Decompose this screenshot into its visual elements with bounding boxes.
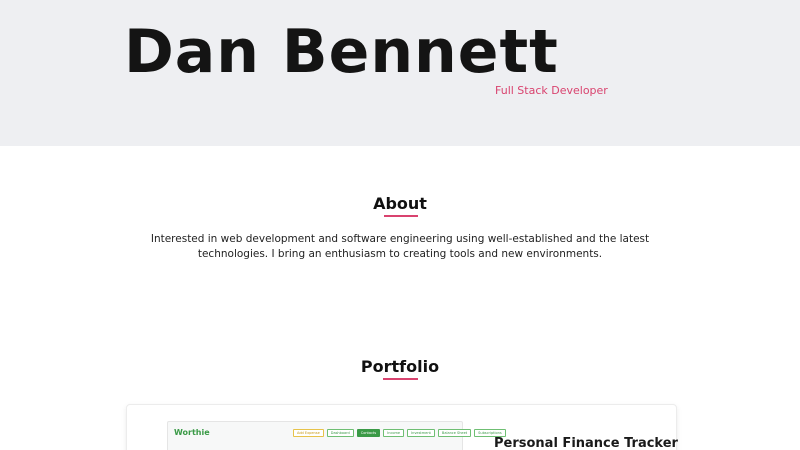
about-title-underline	[384, 215, 418, 217]
project-screenshot[interactable]: Worthie Add Expense Dashboard Contacts I…	[167, 421, 506, 450]
screenshot-tab: Income	[383, 429, 405, 437]
hero-header: Dan Bennett Full Stack Developer	[0, 0, 800, 146]
hero-role: Full Stack Developer	[495, 84, 608, 97]
screenshot-tab: Add Expense	[293, 429, 324, 437]
project-card[interactable]: Worthie Add Expense Dashboard Contacts I…	[126, 404, 678, 450]
screenshot-tab: Balance Sheet	[437, 429, 472, 437]
portfolio-title-underline	[383, 378, 418, 380]
screenshot-tab: Dashboard	[326, 429, 354, 437]
portfolio-title: Portfolio	[360, 357, 440, 376]
about-title: About	[373, 194, 427, 213]
about-text-line-2: technologies. I bring an enthusiasm to c…	[197, 248, 603, 260]
about-text: Interested in web development and softwa…	[150, 232, 650, 262]
about-text-line-1: Interested in web development and softwa…	[150, 233, 650, 245]
screenshot-tab: Investment	[407, 429, 435, 437]
project-title[interactable]: Personal Finance Tracker	[494, 436, 678, 450]
hero-name: Dan Bennett	[124, 17, 559, 87]
screenshot-tab-active: Contacts	[356, 429, 381, 437]
screenshot-brand: Worthie	[174, 428, 210, 437]
screenshot-nav: Add Expense Dashboard Contacts Income In…	[293, 429, 506, 437]
